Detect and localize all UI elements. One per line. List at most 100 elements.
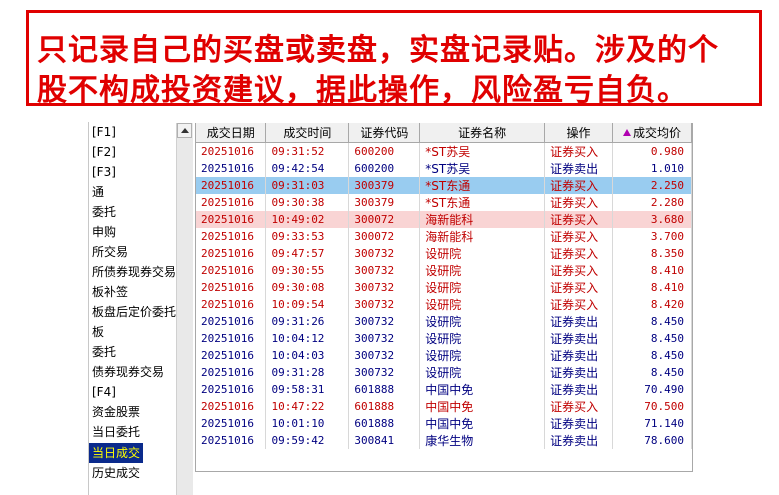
cell-security-name: 设研院 (419, 364, 546, 381)
table-row[interactable]: 20251016 10:04:03 300732 设研院 证券卖出 8.450 (196, 347, 692, 364)
cell-operation: 证券卖出 (544, 432, 614, 449)
cell-trade-time: 10:09:54 (265, 296, 350, 313)
cell-trade-date: 20251016 (196, 245, 267, 262)
cell-trade-date: 20251016 (196, 177, 267, 194)
cell-trade-time: 09:30:38 (265, 194, 350, 211)
table-row[interactable]: 20251016 10:01:10 601888 中国中免 证券卖出 71.140 (196, 415, 692, 432)
table-header-row: 成交日期 成交时间 证券代码 证券名称 操作 成交均价 (196, 123, 692, 143)
trades-table: 成交日期 成交时间 证券代码 证券名称 操作 成交均价 20251016 09:3… (196, 123, 692, 449)
cell-trade-date: 20251016 (196, 364, 267, 381)
cell-security-code: 300732 (348, 279, 421, 296)
table-row[interactable]: 20251016 10:09:54 300732 设研院 证券买入 8.420 (196, 296, 692, 313)
cell-avg-price: 1.010 (612, 160, 692, 177)
cell-operation: 证券买入 (544, 279, 614, 296)
cell-security-code: 300732 (348, 330, 421, 347)
cell-trade-date: 20251016 (196, 381, 267, 398)
table-row[interactable]: 20251016 09:30:55 300732 设研院 证券买入 8.410 (196, 262, 692, 279)
cell-security-code: 300379 (348, 177, 421, 194)
disclaimer-line-2: 股不构成投资建议，据此操作，风险盈亏自负。 (37, 73, 688, 108)
cell-security-code: 601888 (348, 381, 421, 398)
cell-security-name: *ST东通 (419, 177, 546, 194)
cell-avg-price: 8.410 (612, 262, 692, 279)
cell-trade-date: 20251016 (196, 211, 267, 228)
table-row[interactable]: 20251016 09:33:53 300072 海新能科 证券买入 3.700 (196, 228, 692, 245)
cell-avg-price: 71.140 (612, 415, 692, 432)
cell-trade-date: 20251016 (196, 347, 267, 364)
cell-operation: 证券卖出 (544, 160, 614, 177)
cell-security-name: 设研院 (419, 279, 546, 296)
cell-security-name: 中国中免 (419, 381, 546, 398)
cell-trade-time: 10:04:03 (265, 347, 350, 364)
cell-trade-date: 20251016 (196, 398, 267, 415)
cell-security-code: 300072 (348, 228, 421, 245)
cell-security-name: 海新能科 (419, 228, 546, 245)
sort-ascending-icon (623, 129, 631, 136)
cell-operation: 证券卖出 (544, 415, 614, 432)
scroll-up-arrow-icon[interactable] (177, 123, 192, 138)
table-row[interactable]: 20251016 10:04:12 300732 设研院 证券卖出 8.450 (196, 330, 692, 347)
cell-operation: 证券买入 (544, 245, 614, 262)
function-tree-scrollbar[interactable] (176, 123, 193, 495)
cell-avg-price: 70.490 (612, 381, 692, 398)
header-avg-price[interactable]: 成交均价 (612, 123, 692, 143)
cell-operation: 证券买入 (544, 211, 614, 228)
cell-trade-time: 09:30:08 (265, 279, 350, 296)
cell-trade-time: 09:59:42 (265, 432, 350, 449)
cell-trade-date: 20251016 (196, 296, 267, 313)
cell-trade-date: 20251016 (196, 262, 267, 279)
cell-security-code: 600200 (348, 142, 421, 160)
cell-trade-time: 09:30:55 (265, 262, 350, 279)
trades-table-panel: 成交日期 成交时间 证券代码 证券名称 操作 成交均价 20251016 09:3… (195, 123, 693, 472)
cell-avg-price: 78.600 (612, 432, 692, 449)
cell-trade-time: 10:49:02 (265, 211, 350, 228)
cell-security-name: 设研院 (419, 347, 546, 364)
cell-trade-date: 20251016 (196, 279, 267, 296)
cell-avg-price: 2.250 (612, 177, 692, 194)
cell-avg-price: 8.450 (612, 313, 692, 330)
cell-security-name: 设研院 (419, 313, 546, 330)
disclaimer-line-1: 只记录自己的买盘或卖盘，实盘记录贴。涉及的个 (37, 33, 719, 68)
cell-operation: 证券买入 (544, 296, 614, 313)
cell-trade-time: 09:31:26 (265, 313, 350, 330)
header-avg-price-label: 成交均价 (633, 126, 682, 140)
table-row[interactable]: 20251016 10:47:22 601888 中国中免 证券买入 70.500 (196, 398, 692, 415)
cell-avg-price: 8.350 (612, 245, 692, 262)
cell-security-name: 中国中免 (419, 398, 546, 415)
table-row[interactable]: 20251016 09:59:42 300841 康华生物 证券卖出 78.600 (196, 432, 692, 449)
cell-avg-price: 8.420 (612, 296, 692, 313)
table-row[interactable]: 20251016 09:31:28 300732 设研院 证券卖出 8.450 (196, 364, 692, 381)
cell-security-name: *ST苏吴 (419, 160, 546, 177)
cell-trade-time: 09:42:54 (265, 160, 350, 177)
cell-security-code: 601888 (348, 415, 421, 432)
cell-security-name: 海新能科 (419, 211, 546, 228)
cell-security-code: 300732 (348, 364, 421, 381)
cell-avg-price: 8.410 (612, 279, 692, 296)
table-row[interactable]: 20251016 09:42:54 600200 *ST苏吴 证券卖出 1.010 (196, 160, 692, 177)
header-trade-time[interactable]: 成交时间 (265, 123, 350, 143)
cell-security-name: 设研院 (419, 296, 546, 313)
header-security-code[interactable]: 证券代码 (348, 123, 421, 143)
table-row[interactable]: 20251016 10:49:02 300072 海新能科 证券买入 3.680 (196, 211, 692, 228)
table-row[interactable]: 20251016 09:31:26 300732 设研院 证券卖出 8.450 (196, 313, 692, 330)
cell-avg-price: 3.700 (612, 228, 692, 245)
table-row[interactable]: 20251016 09:58:31 601888 中国中免 证券卖出 70.490 (196, 381, 692, 398)
cell-trade-time: 10:04:12 (265, 330, 350, 347)
cell-operation: 证券买入 (544, 262, 614, 279)
table-row[interactable]: 20251016 09:30:08 300732 设研院 证券买入 8.410 (196, 279, 692, 296)
cell-security-code: 300072 (348, 211, 421, 228)
header-trade-date[interactable]: 成交日期 (196, 123, 267, 143)
table-row[interactable]: 20251016 09:31:52 600200 *ST苏吴 证券买入 0.980 (196, 142, 692, 160)
cell-trade-time: 10:01:10 (265, 415, 350, 432)
table-row[interactable]: 20251016 09:30:38 300379 *ST东通 证券买入 2.280 (196, 194, 692, 211)
nav-item-active[interactable]: 当日成交 (89, 443, 144, 463)
cell-trade-time: 09:31:03 (265, 177, 350, 194)
header-operation[interactable]: 操作 (544, 123, 614, 143)
cell-avg-price: 8.450 (612, 364, 692, 381)
cell-trade-time: 09:58:31 (265, 381, 350, 398)
cell-operation: 证券买入 (544, 398, 614, 415)
disclaimer-banner: 只记录自己的买盘或卖盘，实盘记录贴。涉及的个 股不构成投资建议，据此操作，风险盈… (26, 10, 762, 108)
table-row[interactable]: 20251016 09:47:57 300732 设研院 证券买入 8.350 (196, 245, 692, 262)
cell-trade-date: 20251016 (196, 194, 267, 211)
table-row[interactable]: 20251016 09:31:03 300379 *ST东通 证券买入 2.250 (196, 177, 692, 194)
header-security-name[interactable]: 证券名称 (419, 123, 546, 143)
